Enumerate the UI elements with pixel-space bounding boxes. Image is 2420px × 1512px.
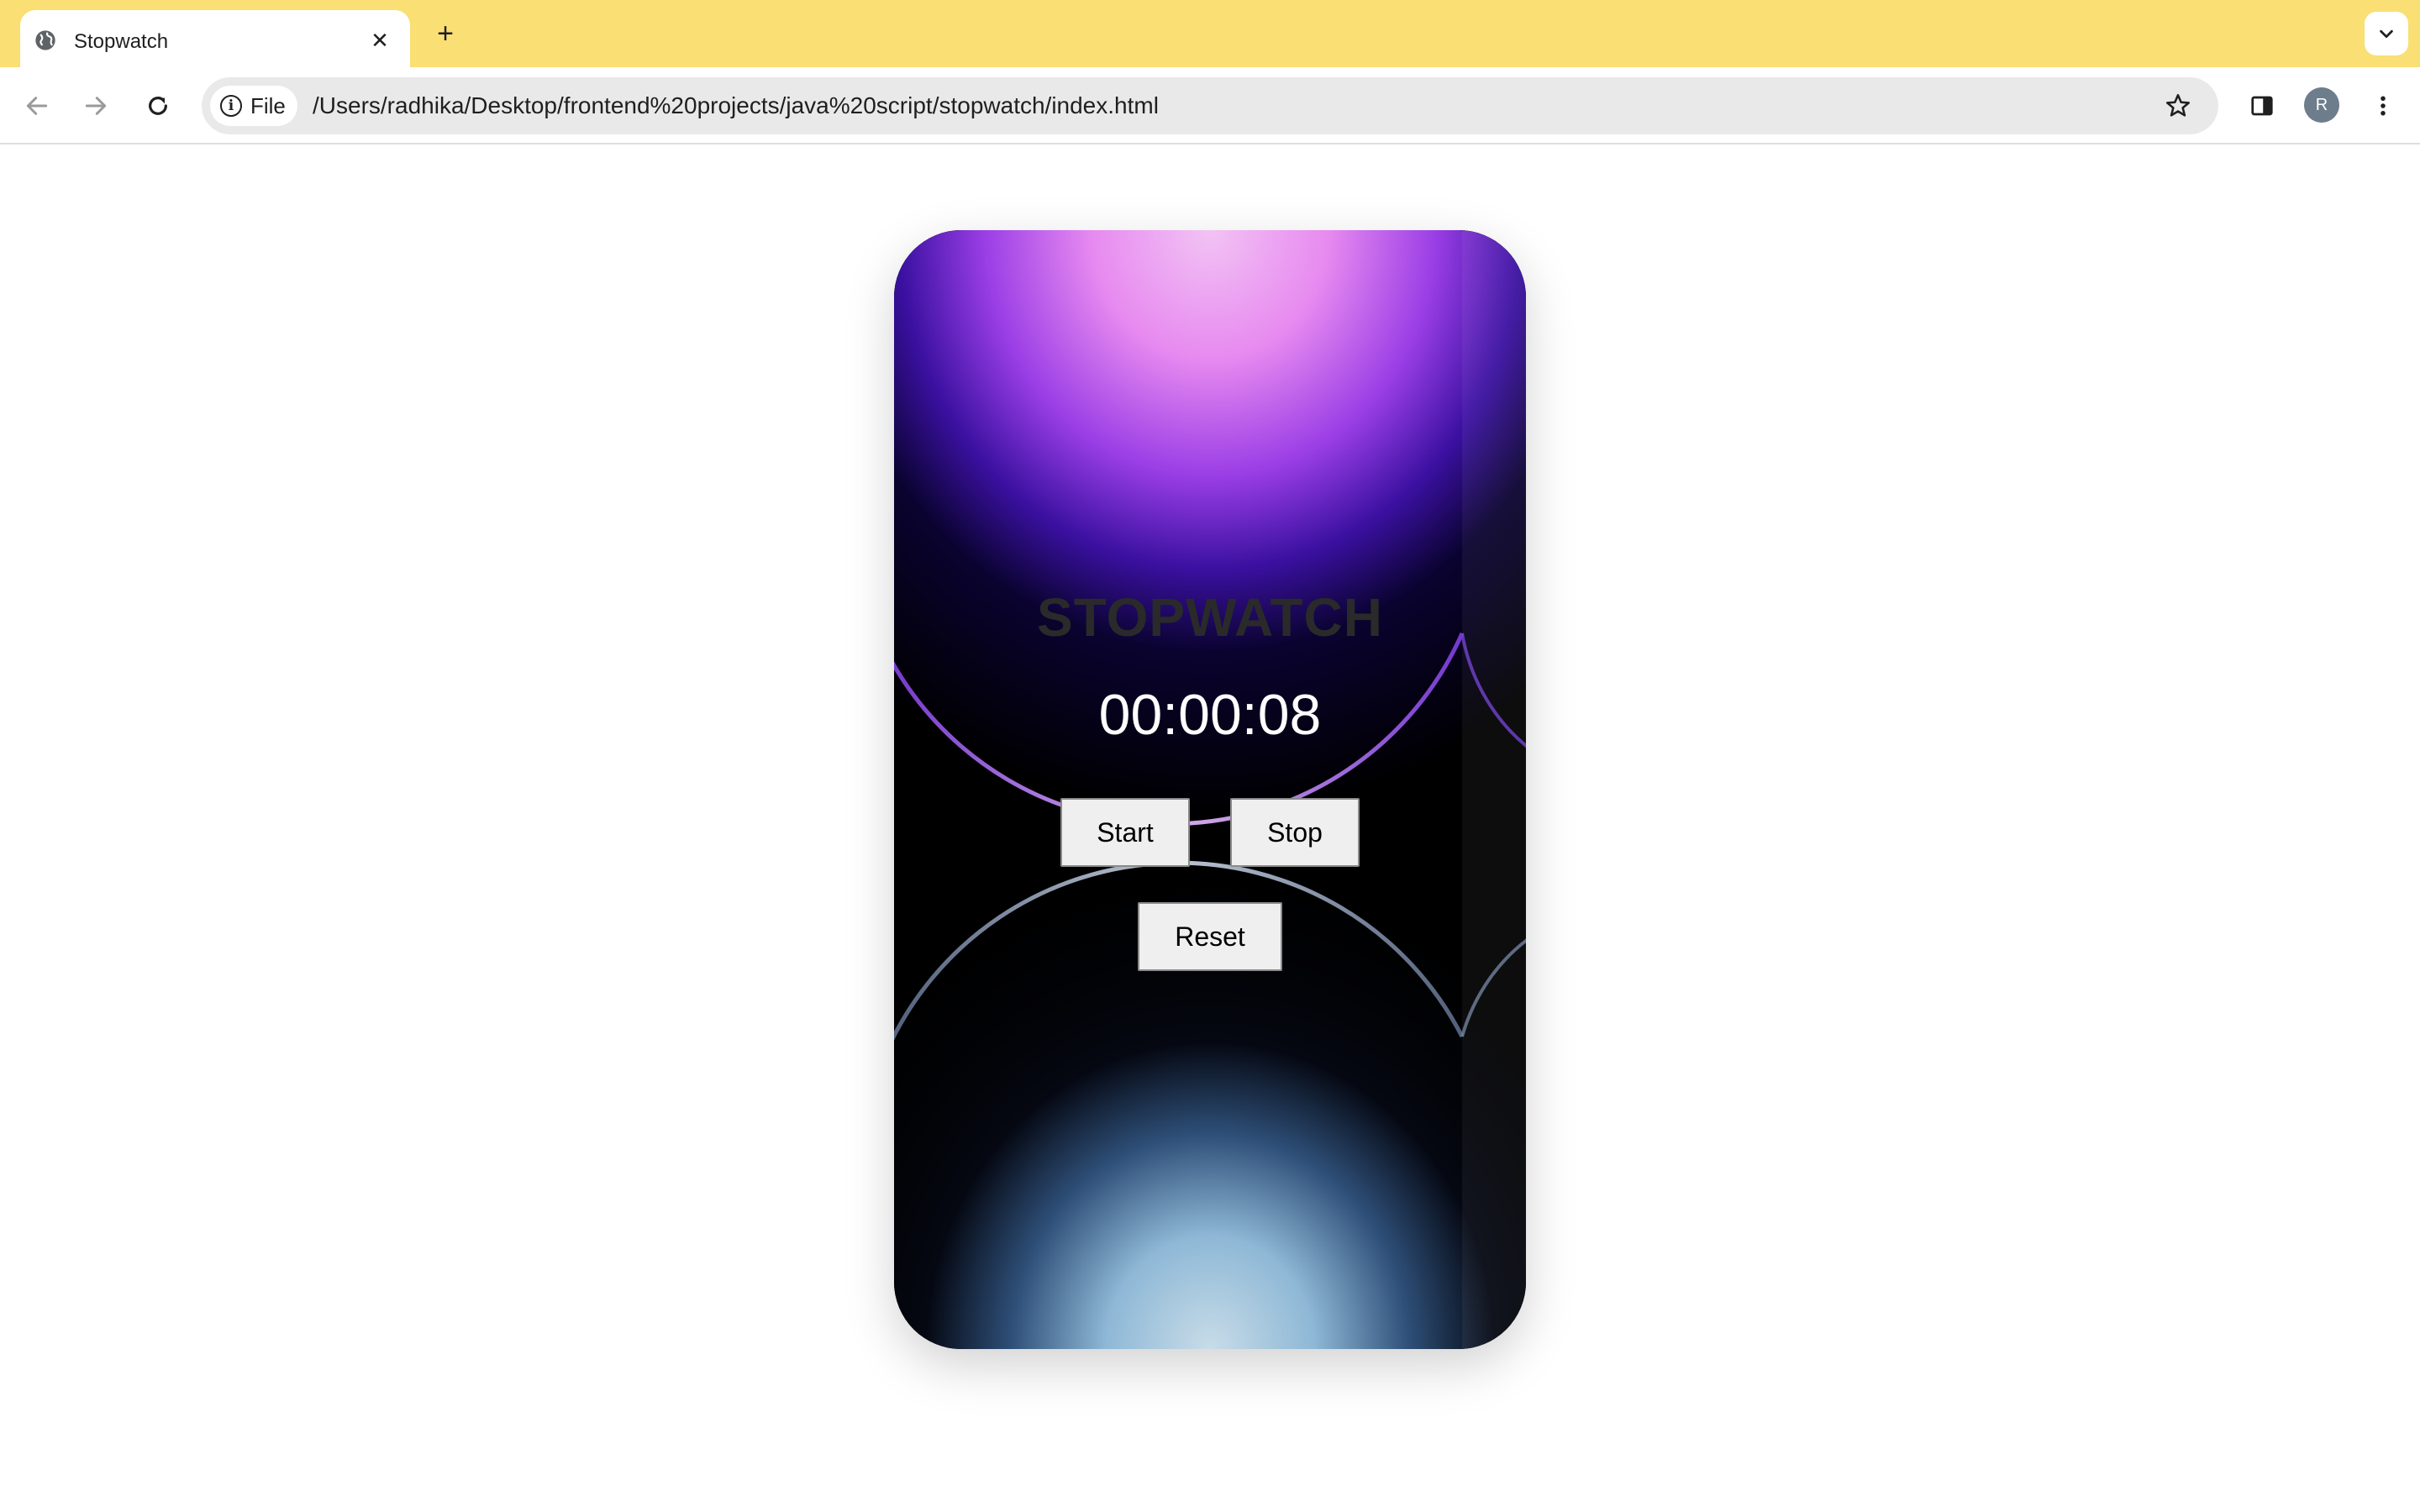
back-button[interactable] xyxy=(17,86,57,126)
profile-avatar[interactable]: R xyxy=(2304,87,2339,123)
reload-icon xyxy=(149,97,167,115)
wallpaper-background xyxy=(894,230,1526,1349)
new-tab-icon[interactable]: + xyxy=(429,17,462,50)
browser-toolbar: i File /Users/radhika/Desktop/frontend%2… xyxy=(0,67,2420,144)
close-tab-icon[interactable]: ✕ xyxy=(365,25,395,55)
bookmark-star-icon[interactable] xyxy=(2160,87,2196,124)
site-info-chip[interactable]: i File xyxy=(210,86,297,126)
stop-button[interactable]: Stop xyxy=(1230,798,1360,867)
reset-button[interactable]: Reset xyxy=(1138,902,1282,971)
forward-button[interactable] xyxy=(76,86,116,126)
side-panel-icon[interactable] xyxy=(2242,86,2282,126)
start-button[interactable]: Start xyxy=(1060,798,1190,867)
more-menu-icon[interactable] xyxy=(2363,86,2403,126)
arrow-left-icon xyxy=(26,97,48,115)
stopwatch-title: STOPWATCH xyxy=(1037,587,1383,648)
site-info-label: File xyxy=(250,92,286,118)
browser-tab[interactable]: Stopwatch ✕ xyxy=(20,10,410,67)
info-icon: i xyxy=(220,95,242,117)
tab-title: Stopwatch xyxy=(74,30,169,53)
tab-strip: Stopwatch ✕ + xyxy=(0,0,2420,67)
tab-search-button[interactable] xyxy=(2365,12,2408,55)
stopwatch-card: STOPWATCH 00:00:08 Start Stop Reset xyxy=(894,230,1526,1349)
reload-button[interactable] xyxy=(138,86,178,126)
chevron-down-icon xyxy=(2380,29,2393,39)
elapsed-time-display: 00:00:08 xyxy=(1098,683,1322,747)
globe-icon xyxy=(35,30,55,50)
arrow-right-icon xyxy=(85,97,107,115)
url-text[interactable]: /Users/radhika/Desktop/frontend%20projec… xyxy=(313,92,1159,119)
address-bar[interactable]: i File /Users/radhika/Desktop/frontend%2… xyxy=(202,77,2218,134)
